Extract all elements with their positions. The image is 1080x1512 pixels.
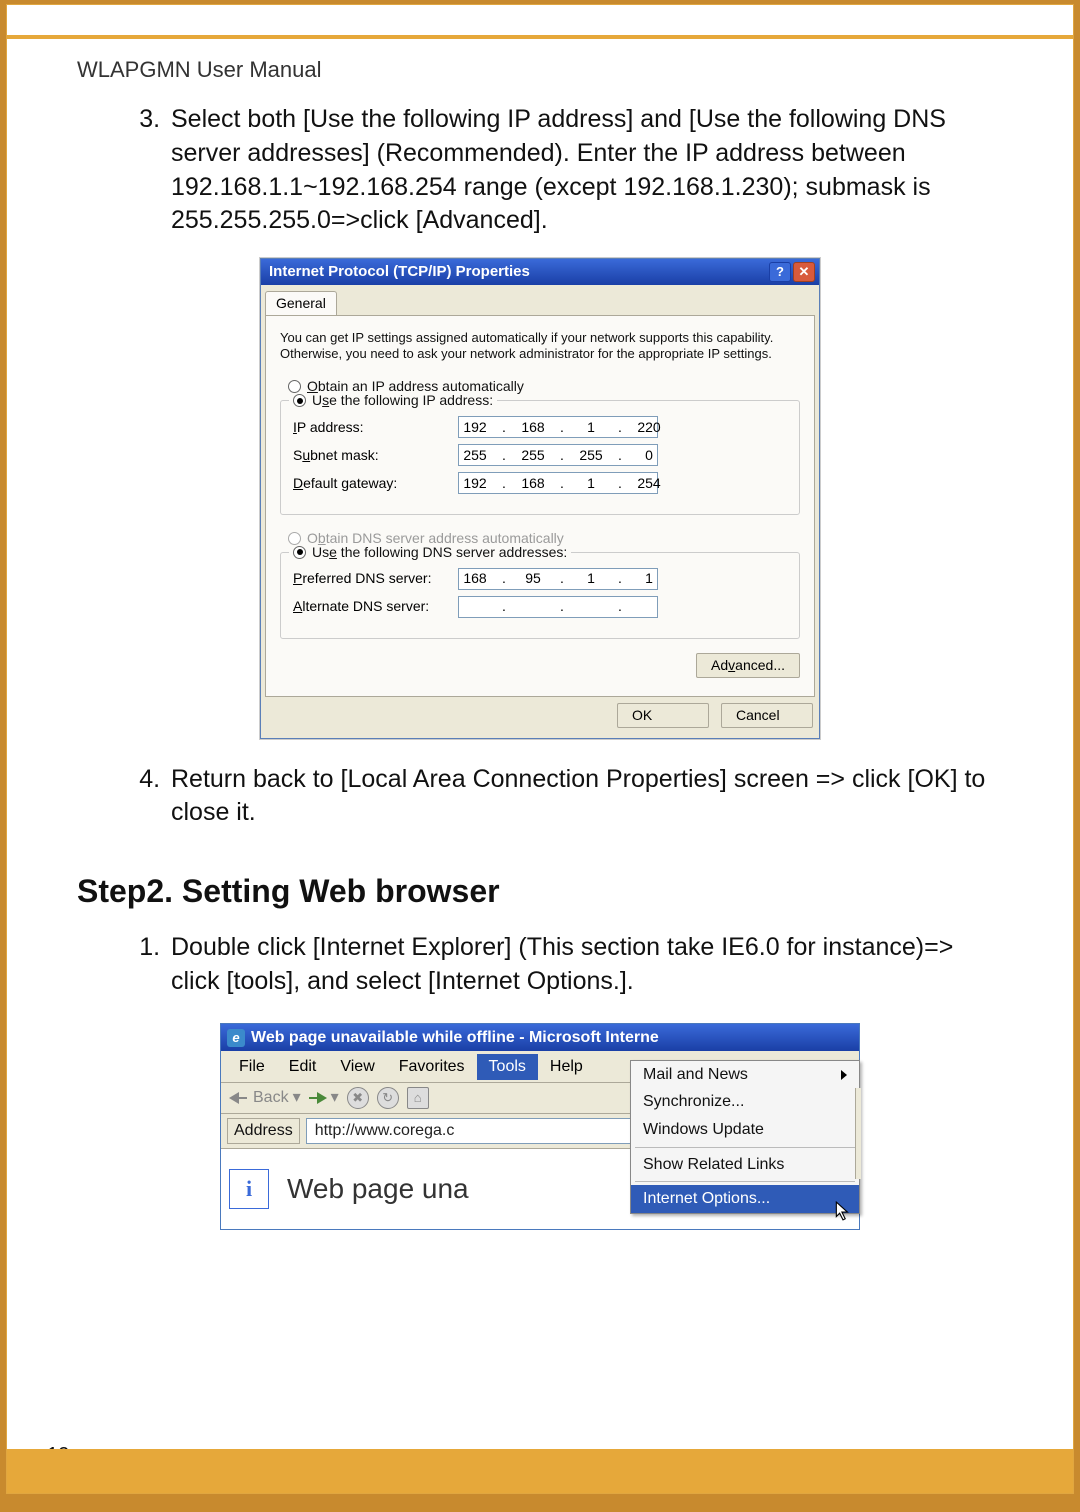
dialog-buttons: OK Cancel [261, 703, 819, 738]
dd-internet-options[interactable]: Internet Options... [631, 1185, 859, 1213]
menu-separator [635, 1147, 855, 1148]
address-label: Address [227, 1118, 300, 1144]
radio-icon [293, 546, 306, 559]
dd-show-related[interactable]: Show Related Links [631, 1151, 859, 1179]
dd-synchronize[interactable]: Synchronize... [631, 1088, 859, 1116]
refresh-icon[interactable]: ↻ [377, 1087, 399, 1109]
adns-row: Alternate DNS server: . . . [293, 596, 787, 618]
gw-label: Default gateway: [293, 474, 458, 493]
stop-icon[interactable]: ✖ [347, 1087, 369, 1109]
menu-separator [635, 1181, 855, 1182]
right-edge-hint [855, 1088, 861, 1179]
ip-row: IP address: 192. 168. 1. 220 [293, 416, 787, 438]
home-icon[interactable]: ⌂ [407, 1087, 429, 1109]
tab-panel: You can get IP settings assigned automat… [265, 315, 815, 697]
content-heading: Web page una [287, 1170, 469, 1208]
dns-fieldset: Use the following DNS server addresses: … [280, 552, 800, 639]
step-4-text: Return back to [Local Area Connection Pr… [171, 765, 985, 827]
info-icon: i [229, 1169, 269, 1209]
ip-fieldset: Use the following IP address: IP address… [280, 400, 800, 515]
dd-windows-update[interactable]: Windows Update [631, 1116, 859, 1144]
cancel-button[interactable]: Cancel [721, 703, 813, 728]
gw-row: Default gateway: 192. 168. 1. 254 [293, 472, 787, 494]
back-button[interactable]: Back ▾ [229, 1087, 301, 1109]
dialog-title: Internet Protocol (TCP/IP) Properties [269, 262, 530, 282]
s2-step-1-text: Double click [Internet Explorer] (This s… [171, 933, 953, 995]
ie-window: e Web page unavailable while offline - M… [220, 1023, 860, 1230]
close-icon[interactable]: ✕ [793, 262, 815, 282]
menu-tools[interactable]: Tools [477, 1054, 538, 1080]
pdns-row: Preferred DNS server: 168. 95. 1. 1 [293, 568, 787, 590]
radio-icon [288, 532, 301, 545]
radio-icon [293, 394, 306, 407]
step-3-text: Select both [Use the following IP addres… [171, 105, 946, 234]
radio-use-ip[interactable]: Use the following IP address: [289, 391, 497, 410]
bottom-band [7, 1449, 1073, 1493]
intro-text: You can get IP settings assigned automat… [280, 330, 800, 361]
advanced-button[interactable]: Advanced... [696, 653, 800, 678]
cursor-icon [835, 1201, 851, 1221]
tcpip-dialog-figure: Internet Protocol (TCP/IP) Properties ? … [77, 258, 1003, 739]
tools-menu-dropdown: Mail and News Synchronize... Windows Upd… [630, 1060, 860, 1214]
forward-arrow-icon [317, 1092, 327, 1104]
dialog-titlebar: Internet Protocol (TCP/IP) Properties ? … [261, 259, 819, 285]
tab-general[interactable]: General [265, 291, 337, 315]
dd-mail-and-news[interactable]: Mail and News [631, 1061, 859, 1089]
tcpip-dialog: Internet Protocol (TCP/IP) Properties ? … [260, 258, 820, 739]
adns-input[interactable]: . . . [458, 596, 658, 618]
top-rule [7, 35, 1073, 39]
radio-use-dns-label: Use the following DNS server addresses: [312, 543, 567, 562]
submenu-arrow-icon [841, 1070, 847, 1080]
pdns-input[interactable]: 168. 95. 1. 1 [458, 568, 658, 590]
ie-titlebar: e Web page unavailable while offline - M… [221, 1024, 859, 1052]
ip-label: IP address: [293, 418, 458, 437]
forward-button[interactable]: ▾ [309, 1087, 339, 1109]
menu-view[interactable]: View [328, 1054, 386, 1080]
sm-label: Subnet mask: [293, 446, 458, 465]
section2-heading: Step2. Setting Web browser [77, 870, 1003, 913]
manual-page: WLAPGMN User Manual Select both [Use the… [6, 4, 1074, 1494]
step-3: Select both [Use the following IP addres… [167, 103, 1003, 238]
body: Select both [Use the following IP addres… [77, 103, 1003, 1230]
s2-step-1: Double click [Internet Explorer] (This s… [167, 931, 1003, 999]
ie-figure: e Web page unavailable while offline - M… [77, 1023, 1003, 1230]
pdns-label: Preferred DNS server: [293, 569, 458, 588]
doc-header: WLAPGMN User Manual [77, 57, 1003, 83]
menu-file[interactable]: File [227, 1054, 277, 1080]
ip-input[interactable]: 192. 168. 1. 220 [458, 416, 658, 438]
menu-help[interactable]: Help [538, 1054, 595, 1080]
sm-row: Subnet mask: 255. 255. 255. 0 [293, 444, 787, 466]
menu-favorites[interactable]: Favorites [387, 1054, 477, 1080]
gw-input[interactable]: 192. 168. 1. 254 [458, 472, 658, 494]
ie-logo-icon: e [227, 1029, 245, 1047]
ok-button[interactable]: OK [617, 703, 709, 728]
radio-use-dns[interactable]: Use the following DNS server addresses: [289, 543, 571, 562]
help-icon[interactable]: ? [769, 262, 791, 282]
step-4: Return back to [Local Area Connection Pr… [167, 763, 1003, 831]
sm-input[interactable]: 255. 255. 255. 0 [458, 444, 658, 466]
adns-label: Alternate DNS server: [293, 597, 458, 616]
menu-edit[interactable]: Edit [277, 1054, 329, 1080]
radio-use-ip-label: Use the following IP address: [312, 391, 493, 410]
tabstrip: General [261, 285, 819, 315]
ie-title: Web page unavailable while offline - Mic… [251, 1027, 659, 1049]
